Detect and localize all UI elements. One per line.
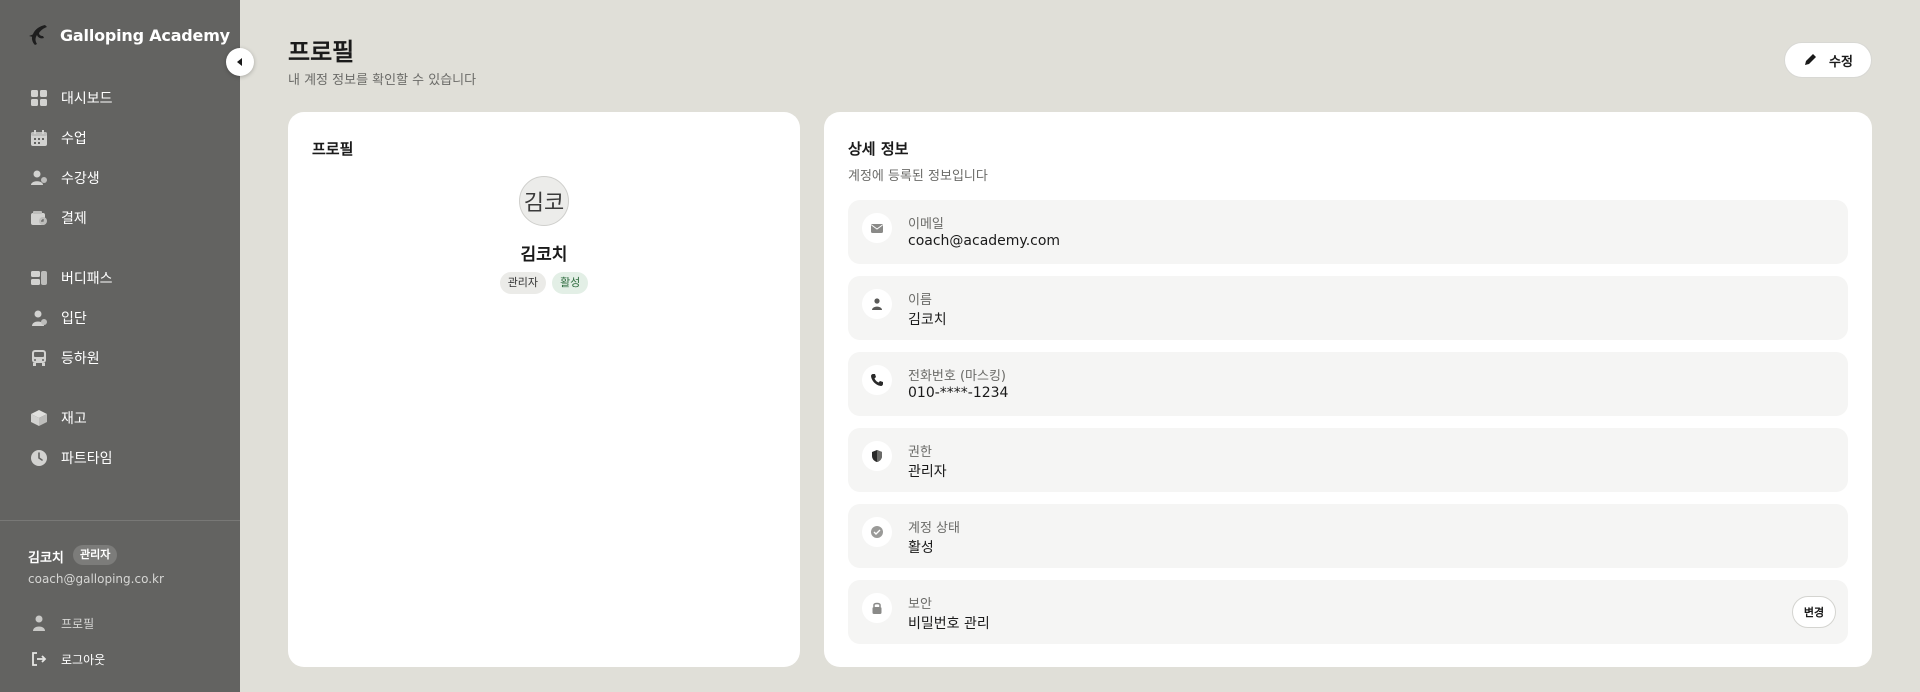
detail-card-title: 상세 정보 [848, 140, 909, 158]
page-subtitle: 내 계정 정보를 확인할 수 있습니다 [288, 73, 477, 88]
buddy-pass-icon [30, 269, 48, 287]
nav-item-inventory[interactable]: 재고 [30, 406, 87, 430]
sidebar-user-email: coach@galloping.co.kr [28, 572, 164, 586]
brand[interactable]: Galloping Academy [26, 22, 230, 48]
sidebar: Galloping Academy 대시보드 수업 수강생 결제 버디패스 입단… [0, 0, 240, 692]
info-row-email: 이메일 coach@academy.com [848, 200, 1848, 264]
nav-item-buddy-pass[interactable]: 버디패스 [30, 266, 113, 290]
lock-icon [862, 593, 892, 623]
nav-item-students[interactable]: 수강생 [30, 166, 100, 190]
mail-icon [862, 213, 892, 243]
brand-name: Galloping Academy [60, 25, 230, 45]
pencil-icon [1805, 54, 1817, 65]
dashboard-icon [30, 89, 48, 107]
person-icon [862, 289, 892, 319]
change-password-button[interactable]: 변경 [1792, 596, 1836, 628]
nav-item-enrollment[interactable]: 입단 [30, 306, 87, 330]
students-icon [30, 169, 48, 187]
shield-icon [862, 441, 892, 471]
nav-item-payment[interactable]: 결제 [30, 206, 87, 230]
role-badge: 관리자 [499, 272, 547, 294]
sidebar-profile-link[interactable]: 프로필 [30, 614, 94, 632]
nav-item-classes[interactable]: 수업 [30, 126, 87, 150]
profile-badges: 관리자 활성 [288, 272, 800, 294]
profile-card: 프로필 김코 김코치 관리자 활성 [288, 112, 800, 667]
info-row-name: 이름 김코치 [848, 276, 1848, 340]
sidebar-user-role-badge: 관리자 [73, 545, 118, 565]
enrollment-icon [30, 309, 48, 327]
payment-icon [30, 209, 48, 227]
detail-card: 상세 정보 계정에 등록된 정보입니다 이메일 coach@academy.co… [824, 112, 1872, 667]
inventory-box-icon [30, 409, 48, 427]
status-badge: 활성 [552, 272, 589, 294]
bus-icon [30, 349, 48, 367]
sidebar-divider [0, 520, 240, 521]
horse-logo-icon [29, 25, 47, 45]
info-row-phone: 전화번호 (마스킹) 010-****-1234 [848, 352, 1848, 416]
sidebar-collapse-button[interactable] [226, 48, 254, 76]
page-title: 프로필 [288, 38, 355, 66]
profile-name: 김코치 [520, 245, 568, 265]
nav-item-commute[interactable]: 등하원 [30, 346, 100, 370]
sidebar-logout-link[interactable]: 로그아웃 [30, 650, 105, 668]
nav-item-parttime[interactable]: 파트타임 [30, 446, 113, 470]
nav-item-dashboard[interactable]: 대시보드 [30, 86, 113, 110]
info-row-account-status: 계정 상태 활성 [848, 504, 1848, 568]
phone-icon [862, 365, 892, 395]
logout-icon [30, 650, 48, 668]
person-icon [30, 614, 48, 632]
chevron-left-icon [237, 58, 242, 66]
info-row-security: 보안 비밀번호 관리 변경 [848, 580, 1848, 644]
profile-card-title: 프로필 [312, 140, 354, 158]
calendar-icon [30, 129, 48, 147]
edit-profile-button[interactable]: 수정 [1784, 42, 1872, 78]
detail-card-description: 계정에 등록된 정보입니다 [848, 169, 988, 184]
avatar: 김코 [519, 176, 569, 226]
check-circle-icon [862, 517, 892, 547]
clock-icon [30, 449, 48, 467]
sidebar-user-name: 김코치 [28, 551, 64, 566]
info-row-permission: 권한 관리자 [848, 428, 1848, 492]
